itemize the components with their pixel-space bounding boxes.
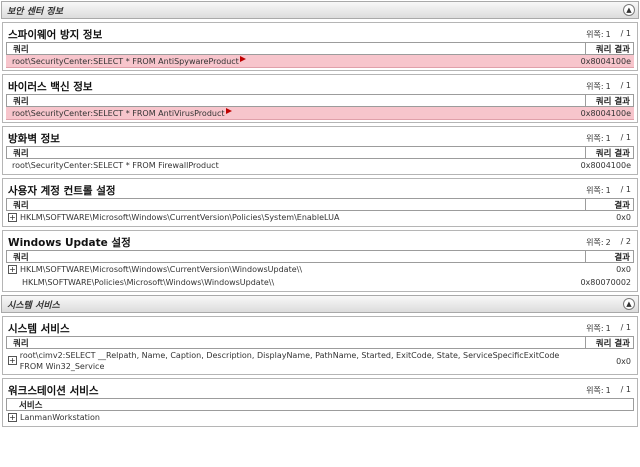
section-windows-update: Windows Update 설정 위쪽: 2 / 2 쿼리 결과 + HKLM\S…: [2, 230, 638, 292]
query-cell: HKLM\SOFTWARE\Policies\Microsoft\Windows…: [22, 278, 275, 287]
section-antispyware: 스파이웨어 방지 정보 위쪽: 1 / 1 쿼리 쿼리 결과 root\Secur…: [2, 22, 638, 71]
section-title: 방화벽 정보: [8, 133, 60, 145]
pager-label: 위쪽:: [586, 386, 604, 395]
column-header-result: 쿼리 결과: [585, 43, 633, 55]
query-cell: HKLM\SOFTWARE\Microsoft\Windows\CurrentV…: [20, 213, 340, 222]
result-cell: 0x8004100e: [580, 56, 631, 66]
pager-current: 1: [605, 134, 611, 143]
column-header-query: 쿼리: [13, 96, 29, 107]
pager-current: 1: [605, 82, 611, 91]
service-cell: LanmanWorkstation: [20, 413, 100, 422]
result-cell: 0x8004100e: [580, 108, 631, 118]
column-header-query: 쿼리: [13, 200, 29, 211]
pager-total: / 1: [620, 385, 631, 394]
pager-total: / 1: [620, 323, 631, 332]
query-cell: root\SecurityCenter:SELECT * FROM AntiVi…: [12, 108, 225, 118]
section-workstation-service: 워크스테이션 서비스 위쪽: 1 / 1 서비스 + LanmanWorkstati…: [2, 378, 638, 427]
expand-icon[interactable]: +: [8, 413, 17, 422]
error-flag-icon: [239, 56, 246, 62]
section-title: Windows Update 설정: [8, 237, 131, 249]
pager-label: 위쪽:: [586, 186, 604, 195]
pager: 위쪽: 1 / 1: [586, 133, 634, 146]
result-cell: 0x0: [616, 265, 631, 274]
result-cell: 0x80070002: [580, 278, 631, 287]
pager-current: 1: [605, 324, 611, 333]
pager-label: 위쪽:: [586, 238, 604, 247]
column-header-query: 쿼리: [13, 44, 29, 55]
query-cell: root\SecurityCenter:SELECT * FROM AntiSp…: [12, 56, 239, 66]
table-header: 쿼리 쿼리 결과: [6, 336, 634, 349]
pager-current: 1: [605, 386, 611, 395]
pager: 위쪽: 1 / 1: [586, 323, 634, 336]
column-header-service: 서비스: [19, 400, 43, 411]
query-cell: root\SecurityCenter:SELECT * FROM Firewa…: [12, 161, 219, 170]
pager: 위쪽: 1 / 1: [586, 29, 634, 42]
table-header: 쿼리 결과: [6, 198, 634, 211]
table-header: 쿼리 쿼리 결과: [6, 94, 634, 107]
pager-total: / 2: [620, 237, 631, 246]
table-header: 쿼리 쿼리 결과: [6, 42, 634, 55]
column-header-result: 쿼리 결과: [585, 147, 633, 159]
collapse-icon[interactable]: ▲: [623, 4, 635, 16]
column-header-query: 쿼리: [13, 148, 29, 159]
expand-icon[interactable]: +: [8, 265, 17, 274]
error-flag-icon: [225, 108, 232, 114]
table-header: 쿼리 결과: [6, 250, 634, 263]
category-header-services[interactable]: 시스템 서비스 ▲: [1, 295, 639, 313]
section-antivirus: 바이러스 백신 정보 위쪽: 1 / 1 쿼리 쿼리 결과 root\Securi…: [2, 74, 638, 123]
expand-icon[interactable]: +: [8, 213, 17, 222]
pager-total: / 1: [620, 133, 631, 142]
report-page: 보안 센터 정보 ▲ 스파이웨어 방지 정보 위쪽: 1 / 1 쿼리 쿼리 결과…: [0, 0, 640, 467]
query-cell: root\cimv2:SELECT __Relpath, Name, Capti…: [19, 351, 560, 371]
section-uac: 사용자 계정 컨트롤 설정 위쪽: 1 / 1 쿼리 결과 + HKLM\SOFTW…: [2, 178, 638, 227]
pager: 위쪽: 2 / 2: [586, 237, 634, 250]
pager-total: / 1: [620, 81, 631, 90]
table-header: 쿼리 쿼리 결과: [6, 146, 634, 159]
pager-label: 위쪽:: [586, 30, 604, 39]
pager-label: 위쪽:: [586, 134, 604, 143]
result-cell: 0x8004100e: [580, 161, 631, 170]
column-header-result: 쿼리 결과: [585, 337, 633, 349]
table-row[interactable]: root\SecurityCenter:SELECT * FROM AntiSp…: [6, 55, 634, 68]
pager: 위쪽: 1 / 1: [586, 385, 634, 398]
table-row[interactable]: + LanmanWorkstation: [6, 411, 634, 424]
table-row[interactable]: root\SecurityCenter:SELECT * FROM AntiVi…: [6, 107, 634, 120]
table-header: 서비스: [6, 398, 634, 411]
pager-label: 위쪽:: [586, 82, 604, 91]
section-title: 사용자 계정 컨트롤 설정: [8, 185, 116, 197]
category-header-security[interactable]: 보안 센터 정보 ▲: [1, 1, 639, 19]
column-header-result: 결과: [585, 251, 633, 263]
collapse-icon[interactable]: ▲: [623, 298, 635, 310]
query-cell: HKLM\SOFTWARE\Microsoft\Windows\CurrentV…: [20, 265, 303, 274]
section-firewall: 방화벽 정보 위쪽: 1 / 1 쿼리 쿼리 결과 root\SecurityCe…: [2, 126, 638, 175]
table-row[interactable]: root\SecurityCenter:SELECT * FROM Firewa…: [6, 159, 634, 172]
section-title: 바이러스 백신 정보: [8, 81, 93, 93]
pager-total: / 1: [620, 185, 631, 194]
pager-current: 1: [605, 30, 611, 39]
category-label: 시스템 서비스: [7, 300, 60, 311]
pager: 위쪽: 1 / 1: [586, 81, 634, 94]
section-title: 워크스테이션 서비스: [8, 385, 99, 397]
column-header-result: 쿼리 결과: [585, 95, 633, 107]
table-row[interactable]: + HKLM\SOFTWARE\Microsoft\Windows\Current…: [6, 211, 634, 224]
column-header-result: 결과: [585, 199, 633, 211]
column-header-query: 쿼리: [13, 338, 29, 349]
pager-current: 2: [605, 238, 611, 247]
pager: 위쪽: 1 / 1: [586, 185, 634, 198]
pager-label: 위쪽:: [586, 324, 604, 333]
category-label: 보안 센터 정보: [7, 6, 63, 17]
section-system-services: 시스템 서비스 위쪽: 1 / 1 쿼리 쿼리 결과 + root\cimv2:SE…: [2, 316, 638, 375]
table-row[interactable]: + root\cimv2:SELECT __Relpath, Name, Capt…: [6, 349, 634, 372]
pager-total: / 1: [620, 29, 631, 38]
section-title: 시스템 서비스: [8, 323, 70, 335]
result-cell: 0x0: [616, 357, 631, 366]
result-cell: 0x0: [616, 213, 631, 222]
table-row[interactable]: + HKLM\SOFTWARE\Microsoft\Windows\Current…: [6, 263, 634, 276]
column-header-query: 쿼리: [13, 252, 29, 263]
expand-icon[interactable]: +: [8, 356, 17, 365]
table-row[interactable]: HKLM\SOFTWARE\Policies\Microsoft\Windows…: [6, 276, 634, 289]
pager-current: 1: [605, 186, 611, 195]
section-title: 스파이웨어 방지 정보: [8, 29, 103, 41]
